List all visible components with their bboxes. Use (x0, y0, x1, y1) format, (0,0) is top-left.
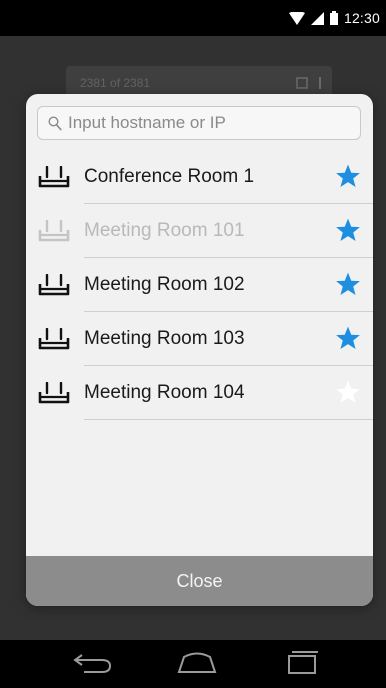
close-button[interactable]: Close (26, 556, 373, 606)
router-icon (38, 166, 70, 188)
host-list-item[interactable]: Meeting Room 104 (26, 366, 373, 420)
host-list-item[interactable]: Meeting Room 101 (26, 204, 373, 258)
search-icon (48, 116, 62, 131)
host-label: Meeting Room 104 (84, 382, 245, 403)
back-icon[interactable] (72, 648, 114, 676)
favorite-star-icon[interactable] (335, 217, 361, 243)
recents-icon[interactable] (286, 648, 320, 676)
favorite-star-icon[interactable] (335, 271, 361, 297)
wifi-icon (288, 11, 305, 25)
status-icons: 12:30 (288, 10, 380, 26)
favorite-star-icon[interactable] (335, 325, 361, 351)
overflow-menu-icon (319, 77, 321, 89)
close-button-label: Close (176, 570, 223, 591)
host-label: Meeting Room 103 (84, 328, 245, 349)
host-list-item[interactable]: Meeting Room 102 (26, 258, 373, 312)
router-icon (38, 328, 70, 350)
favorite-star-icon[interactable] (335, 163, 361, 189)
host-label: Meeting Room 102 (84, 274, 245, 295)
host-list-item[interactable]: Meeting Room 103 (26, 312, 373, 366)
host-list: Conference Room 1 Meeting Room 101 Meeting… (26, 150, 373, 420)
home-icon[interactable] (176, 648, 218, 676)
host-picker-dialog: Conference Room 1 Meeting Room 101 Meeting… (26, 94, 373, 606)
favorite-star-icon[interactable] (335, 379, 361, 405)
signal-icon (310, 11, 324, 25)
item-count: 2381 of 2381 (80, 76, 151, 90)
host-label: Meeting Room 101 (84, 220, 245, 241)
router-icon (38, 220, 70, 242)
battery-icon (329, 11, 338, 25)
status-bar: 12:30 (0, 0, 386, 36)
host-label: Conference Room 1 (84, 166, 255, 187)
search-box[interactable] (37, 106, 361, 140)
row-divider (84, 419, 373, 420)
status-time: 12:30 (343, 10, 380, 26)
router-icon (38, 274, 70, 296)
copy-icon (296, 77, 308, 89)
hostname-search-input[interactable] (68, 111, 352, 135)
router-icon (38, 382, 70, 404)
navigation-bar (0, 640, 386, 688)
host-list-item[interactable]: Conference Room 1 (26, 150, 373, 204)
